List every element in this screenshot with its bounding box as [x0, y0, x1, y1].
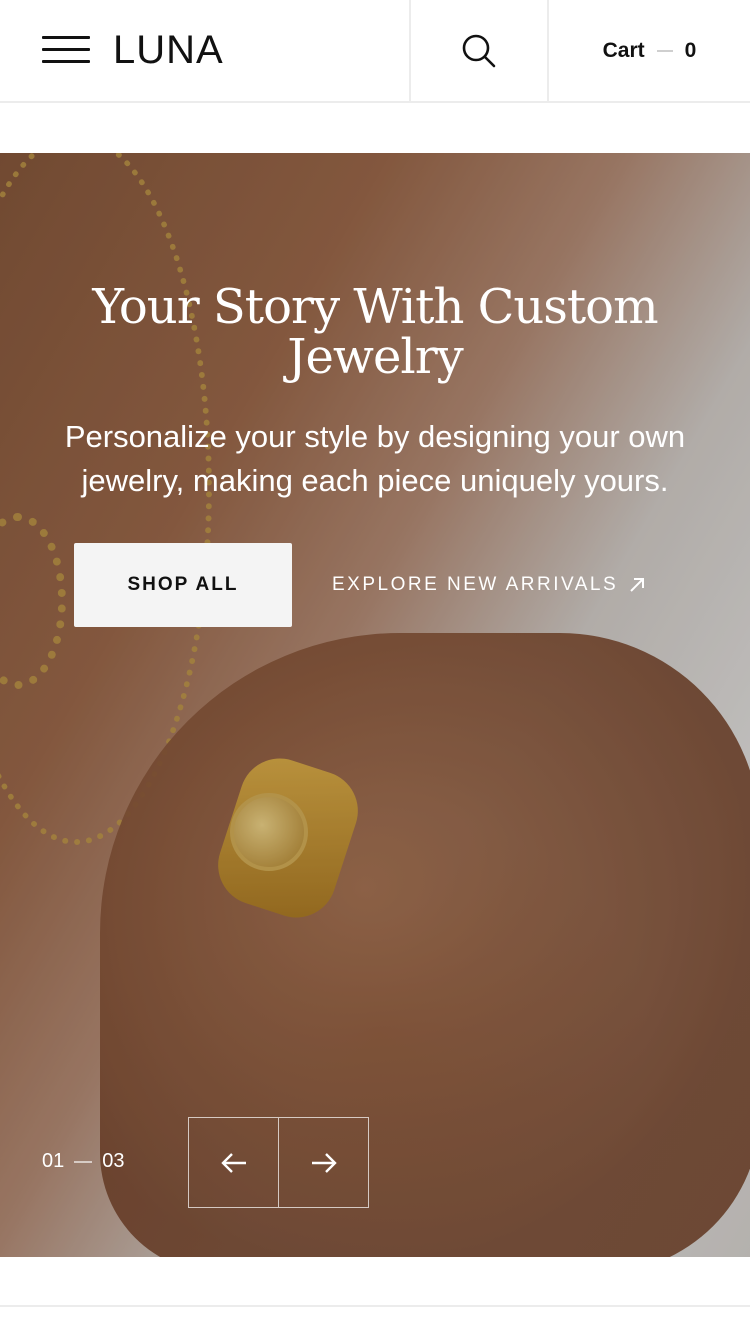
search-icon	[462, 34, 496, 67]
previous-slide-button[interactable]	[189, 1118, 278, 1207]
arrow-left-icon	[220, 1152, 246, 1173]
cart-separator	[656, 49, 673, 52]
explore-link-label: EXPLORE NEW ARRIVALS	[332, 574, 619, 595]
explore-new-arrivals-link[interactable]: EXPLORE NEW ARRIVALS	[332, 570, 646, 600]
hero-title-line: Your Story With Custom	[92, 279, 658, 335]
hamburger-menu-icon[interactable]	[42, 35, 90, 65]
hero-title: Your Story With Custom Jewelry	[0, 282, 750, 382]
arrow-right-icon	[311, 1152, 337, 1173]
hero-banner: Your Story With Custom Jewelry Personali…	[0, 153, 750, 1257]
site-header: LUNA Cart 0	[0, 0, 750, 103]
hero-subtitle-line: Personalize your style by designing your…	[64, 419, 686, 454]
next-slide-button[interactable]	[278, 1118, 368, 1207]
search-button[interactable]	[411, 0, 547, 101]
shop-all-button[interactable]: SHOP ALL	[74, 543, 292, 627]
hero-subtitle: Personalize your style by designing your…	[30, 415, 720, 503]
cart-button[interactable]: Cart 0	[549, 0, 750, 101]
hero-subtitle-line: jewelry, making each piece uniquely your…	[81, 463, 669, 498]
slide-total: 03	[102, 1150, 125, 1172]
brand-logo[interactable]: LUNA	[113, 28, 224, 72]
slider-controls	[188, 1117, 369, 1208]
section-divider	[0, 1305, 750, 1307]
hero-title-line: Jewelry	[287, 329, 464, 385]
arrow-up-right-icon	[630, 578, 645, 592]
cart-count: 0	[684, 38, 697, 62]
slide-current: 01	[42, 1150, 65, 1172]
slide-counter: 01 03	[42, 1150, 125, 1173]
cart-label: Cart	[602, 38, 645, 62]
slide-separator	[74, 1160, 93, 1163]
